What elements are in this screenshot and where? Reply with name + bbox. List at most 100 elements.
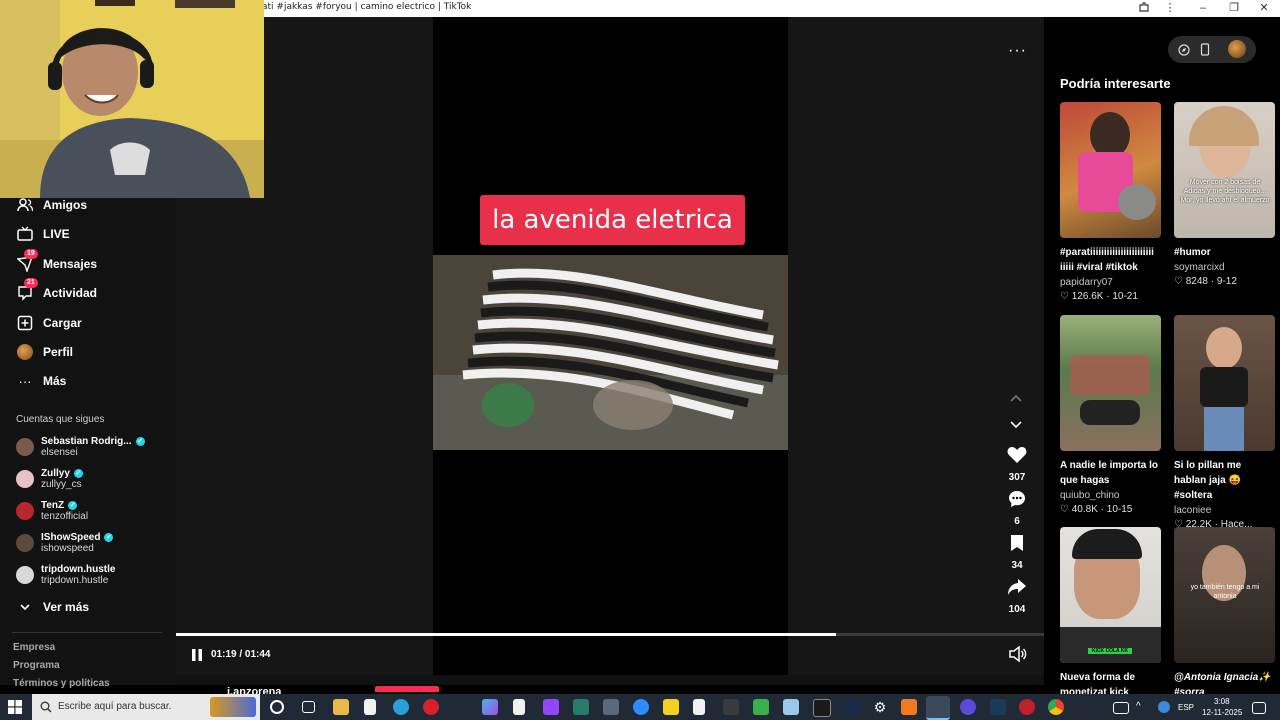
share-count: 104 <box>1008 604 1026 615</box>
keyboard-icon[interactable] <box>1113 702 1129 714</box>
verified-icon: ✓ <box>104 533 114 542</box>
recommendation-card[interactable]: #paratiiiiiiiiiiiiiiiiiiiiiii iiiii #vir… <box>1060 102 1161 304</box>
nav-amigos[interactable]: Amigos <box>16 195 87 215</box>
volume-icon[interactable] <box>1009 645 1027 663</box>
search-placeholder: Escribe aquí para buscar. <box>58 701 172 712</box>
following-item[interactable]: IShowSpeed ✓ ishowspeed <box>16 532 114 554</box>
device-icon[interactable] <box>1200 43 1210 61</box>
video-progress-bar[interactable] <box>176 633 1044 636</box>
webcam-overlay <box>0 0 264 198</box>
follow-button-partial[interactable] <box>375 686 439 692</box>
following-item[interactable]: TenZ ✓ tenzofficial <box>16 500 88 522</box>
save-button[interactable]: 34 <box>1003 534 1031 571</box>
taskbar-search[interactable]: Escribe aquí para buscar. <box>32 694 260 720</box>
following-section-title: Cuentas que sigues <box>16 414 105 425</box>
cortana-icon[interactable] <box>270 700 284 714</box>
nav-label: Perfil <box>43 345 74 359</box>
tray-app-icon[interactable] <box>1158 701 1170 713</box>
account-name: TenZ <box>41 500 65 511</box>
recommendation-card[interactable]: A nadie le importa lo que hagas quiubo_c… <box>1060 315 1161 517</box>
telegram-icon[interactable] <box>393 699 409 715</box>
steam-icon[interactable] <box>990 699 1006 715</box>
restore-button[interactable]: ❐ <box>1226 1 1242 16</box>
avatar <box>16 502 34 520</box>
like-count: 307 <box>1008 472 1026 483</box>
app-icon-d[interactable] <box>783 699 799 715</box>
nav-mensajes[interactable]: 19 Mensajes <box>16 249 97 274</box>
nav-actividad[interactable]: 21 Actividad <box>16 278 97 303</box>
taskbar-date[interactable]: 12-11-2025 <box>1202 708 1242 717</box>
notifications-icon[interactable] <box>1252 702 1266 714</box>
see-more-button[interactable]: Ver más <box>16 597 89 617</box>
extensions-icon[interactable] <box>1136 1 1152 16</box>
copilot-icon[interactable] <box>482 699 498 715</box>
task-view-icon[interactable] <box>302 701 315 713</box>
video-more-options-icon[interactable]: ··· <box>1008 42 1027 60</box>
user-avatar[interactable] <box>1228 40 1246 58</box>
comment-button[interactable]: 6 <box>1003 490 1031 527</box>
video-thumbnail[interactable] <box>1174 315 1275 451</box>
chrome-icon[interactable] <box>1048 699 1064 715</box>
app-icon-g[interactable] <box>960 699 976 715</box>
recommendation-card[interactable]: yo también tengo a mi antonia @Antonia I… <box>1174 527 1275 700</box>
notepad-icon[interactable] <box>364 699 376 715</box>
nav-live[interactable]: LIVE <box>16 224 70 244</box>
close-button[interactable]: ✕ <box>1256 1 1272 16</box>
nav-cargar[interactable]: Cargar <box>16 313 82 333</box>
next-video-icon[interactable] <box>1009 419 1023 433</box>
video-thumbnail[interactable] <box>1060 315 1161 451</box>
recommendation-card[interactable]: Mover con 2 bolsas de Adidas y me desblo… <box>1174 102 1275 289</box>
video-caption-box: la avenida eletrica <box>480 195 745 245</box>
share-button[interactable]: 104 <box>1003 578 1031 615</box>
twitch-icon[interactable] <box>543 699 559 715</box>
following-item[interactable]: Sebastian Rodrig... ✓ elsensei <box>16 436 145 458</box>
card-author: soymarcixd <box>1174 262 1225 273</box>
verified-icon: ✓ <box>68 501 78 510</box>
document-icon[interactable] <box>513 699 525 715</box>
video-thumbnail[interactable] <box>1060 102 1161 238</box>
previous-video-icon[interactable] <box>1009 392 1023 406</box>
video-thumbnail[interactable]: KICK COLA KK <box>1060 527 1161 663</box>
app-icon-c[interactable] <box>723 699 739 715</box>
nav-mas[interactable]: ··· Más <box>16 371 67 391</box>
video-thumbnail[interactable]: yo también tengo a mi antonia <box>1174 527 1275 663</box>
app-icon-b[interactable] <box>603 699 619 715</box>
minecraft-icon[interactable] <box>753 699 769 715</box>
zoom-icon[interactable] <box>633 699 649 715</box>
menu-kebab-icon[interactable]: ⋮ <box>1162 1 1178 16</box>
recommendation-card[interactable]: KICK COLA KK Nueva forma de monetizat ki… <box>1060 527 1161 700</box>
footer-link-empresa[interactable]: Empresa <box>13 642 55 653</box>
following-item[interactable]: tripdown.hustle tripdown.hustle <box>16 564 115 586</box>
verified-icon: ✓ <box>135 437 145 446</box>
compass-icon[interactable] <box>1178 43 1190 61</box>
windows-start-icon[interactable] <box>8 700 22 714</box>
taskbar-time[interactable]: 3:08 <box>1214 697 1230 706</box>
video-thumbnail[interactable]: Mover con 2 bolsas de Adidas y me desblo… <box>1174 102 1275 238</box>
pause-icon[interactable] <box>190 648 204 662</box>
comment-count: 6 <box>1014 516 1020 527</box>
sticky-notes-icon[interactable] <box>663 699 679 715</box>
nav-perfil[interactable]: Perfil <box>16 342 73 362</box>
avatar <box>16 566 34 584</box>
following-item[interactable]: Zullyy ✓ zullyy_cs <box>16 468 83 490</box>
file-icon[interactable] <box>693 699 705 715</box>
tray-chevron-icon[interactable]: ^ <box>1136 702 1146 712</box>
card-author: papidarry07 <box>1060 277 1113 288</box>
footer-link-terminos[interactable]: Términos y políticas <box>13 678 110 689</box>
footer-link-programa[interactable]: Programa <box>13 660 60 671</box>
file-explorer-icon[interactable] <box>333 699 349 715</box>
language-indicator[interactable]: ESP <box>1178 703 1194 712</box>
minimize-button[interactable]: – <box>1195 1 1211 16</box>
app-icon-a[interactable] <box>573 699 589 715</box>
settings-gear-icon[interactable]: ⚙ <box>872 699 888 715</box>
app-icon-f[interactable] <box>901 699 917 715</box>
tiktok-taskbar-icon[interactable] <box>926 696 950 720</box>
like-button[interactable]: 307 <box>1003 446 1031 483</box>
nav-label: LIVE <box>43 227 70 241</box>
app-icon-h[interactable] <box>1019 699 1035 715</box>
see-more-label: Ver más <box>43 600 90 614</box>
app-icon-e[interactable] <box>843 699 859 715</box>
opera-icon[interactable] <box>423 699 439 715</box>
recommendation-card[interactable]: Si lo pillan me hablan jaja 😝 #soltera l… <box>1174 315 1275 532</box>
capcut-icon[interactable] <box>813 699 831 717</box>
